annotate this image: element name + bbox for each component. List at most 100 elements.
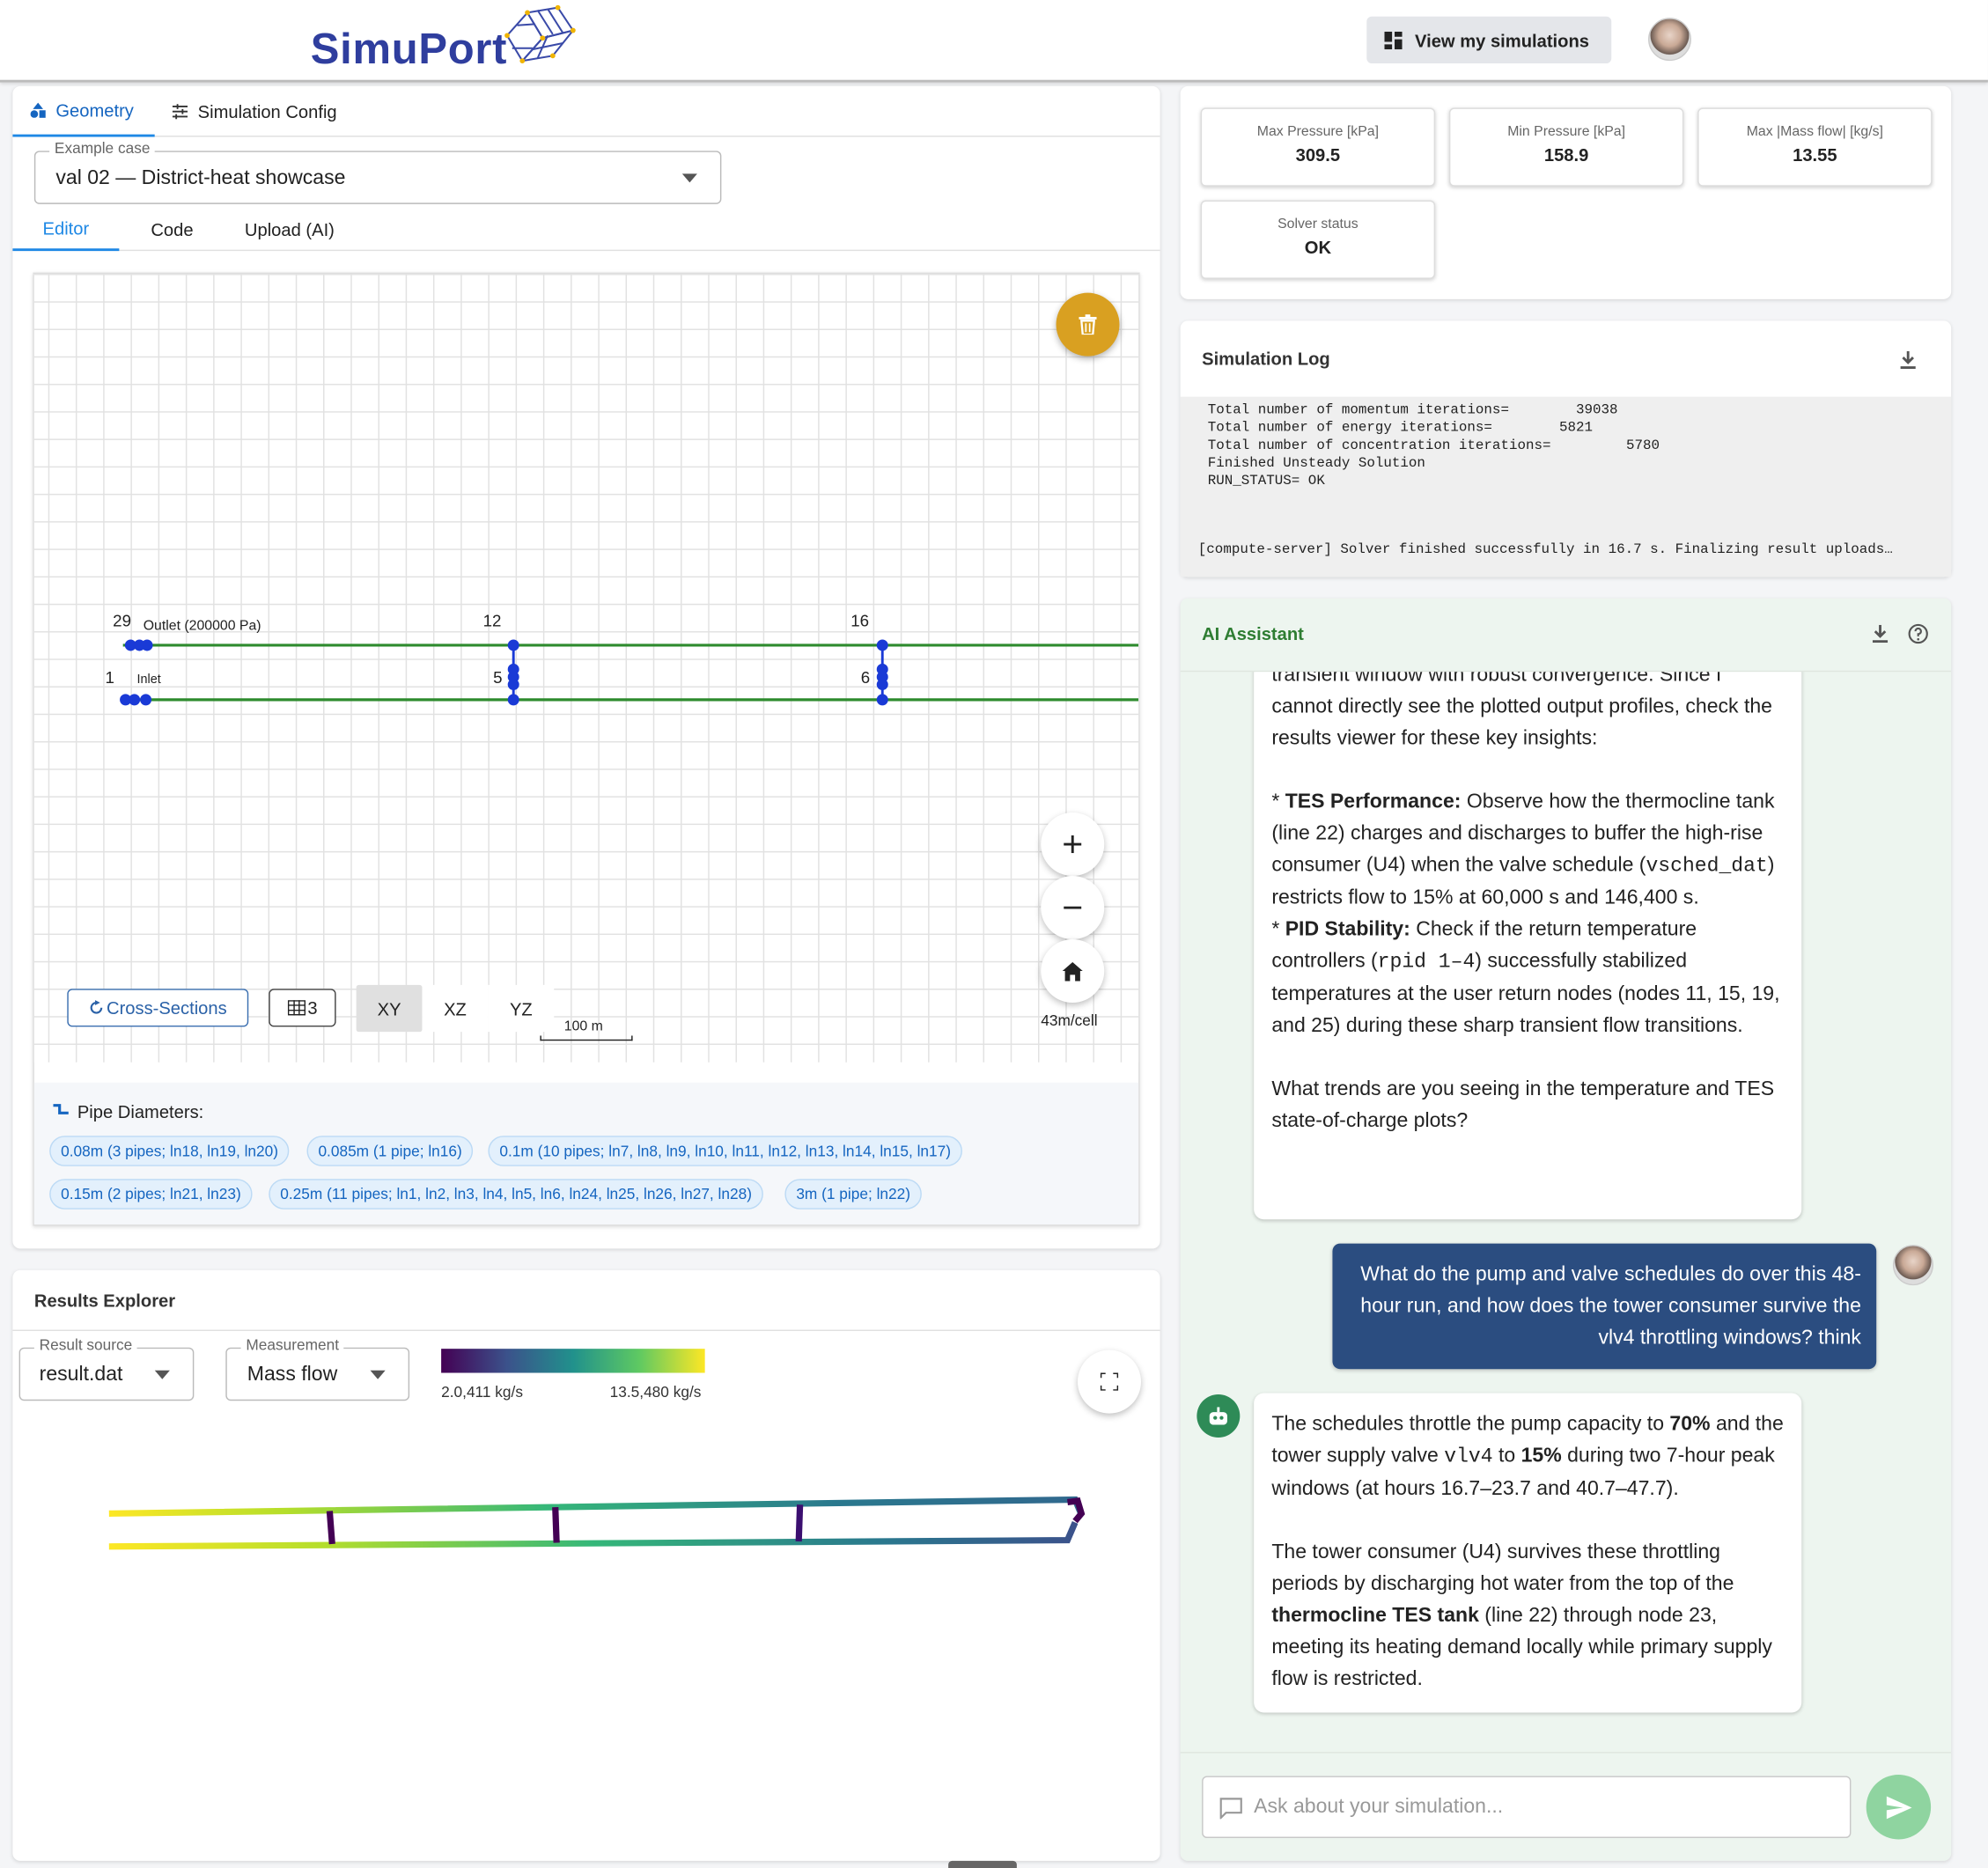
results-network-plot [108,1496,1086,1550]
chat-input-placeholder: Ask about your simulation... [1254,1796,1504,1818]
result-source-value: result.dat [39,1364,123,1386]
zoom-in-button[interactable] [1041,813,1105,877]
results-explorer-panel: Results Explorer result.dat Result sourc… [12,1269,1160,1861]
result-source-select[interactable]: result.dat [18,1347,195,1401]
log-line: Finished Unsteady Solution [1199,456,1425,472]
results-explorer-title: Results Explorer [33,1290,176,1311]
message-paragraph: The schedules throttle the pump capacity… [1271,1408,1784,1504]
stat-label: Max |Mass flow| [kg/s] [1746,124,1883,140]
user-avatar[interactable] [1648,18,1691,62]
log-line: Total number of momentum iterations= 390… [1199,402,1618,419]
reset-view-button[interactable] [1041,939,1105,1004]
inline-code: vsched_dat [1646,854,1768,878]
node-6c [876,679,888,691]
pipe-diameters-title: Pipe Diameters: [77,1101,204,1122]
colorbar [441,1349,705,1373]
end-loop-result [1067,1497,1086,1524]
chevron-down-icon [681,173,698,183]
app-logo-text: SimuPort [310,25,508,74]
ai-assistant-title: AI Assistant [1202,623,1304,644]
results-divider [12,1329,1160,1331]
help-icon[interactable] [1908,623,1928,644]
node-6d [876,694,888,706]
minus-icon [1064,906,1082,909]
tab-editor[interactable]: Editor [12,208,120,252]
tab-code[interactable]: Code [151,219,193,239]
diameter-chip[interactable]: 0.08m (3 pipes; ln18, ln19, ln20) [49,1136,290,1166]
pipe-network-drawing [120,639,1139,706]
stat-value: 158.9 [1543,144,1589,165]
grid-toggle-button[interactable]: 3 [269,989,336,1027]
message-text: The schedules throttle the pump capacity… [1271,1413,1670,1436]
geometry-canvas[interactable]: 29 Outlet (200000 Pa) 12 16 1 Inlet 5 6 … [33,274,1139,1063]
scale-bar-label: 100 m [563,1019,603,1035]
app-header: SimuPort View my simulations [0,0,1988,83]
stat-value: 309.5 [1295,144,1341,165]
chat-input[interactable]: Ask about your simulation... [1202,1776,1852,1838]
send-button[interactable] [1866,1775,1932,1840]
user-message: What do the pump and valve schedules do … [1332,1243,1877,1370]
tune-icon [172,104,188,120]
view-simulations-button[interactable]: View my simulations [1366,16,1612,63]
diameter-chip[interactable]: 0.15m (2 pipes; ln21, ln23) [49,1179,253,1210]
example-case-value: val 02 — District-heat showcase [55,167,346,189]
bold-text: 15% [1520,1445,1562,1467]
simulation-log-panel: Simulation Log Total number of momentum … [1180,320,1952,577]
tab-upload-ai[interactable]: Upload (AI) [245,219,335,239]
chat-messages: transient window with robust convergence… [1181,672,1952,1752]
bullet-marker: * [1271,919,1285,941]
example-case-label: Example case [49,139,156,158]
download-icon[interactable] [1872,624,1889,644]
stat-label: Max Pressure [kPa] [1256,124,1379,140]
tab-simulation-config[interactable]: Simulation Config [170,86,337,137]
measurement-select[interactable]: Mass flow [225,1347,410,1401]
refresh-icon [90,1000,103,1014]
chevron-down-icon [154,1370,170,1379]
plane-xy-button[interactable]: XY [356,984,423,1033]
branch-result-1 [326,1511,335,1545]
tab-simulation-config-label: Simulation Config [197,101,337,122]
cross-sections-label: Cross-Sections [107,997,227,1019]
pipe-diameters-section: Pipe Diameters: 0.08m (3 pipes; ln18, ln… [33,1082,1139,1225]
plane-yz-button[interactable]: YZ [488,984,555,1033]
measurement-value: Mass flow [247,1364,338,1386]
ai-assistant-header: AI Assistant [1180,599,1952,673]
node-label-29: 29 [113,611,131,630]
robot-icon [1209,1407,1227,1425]
tab-geometry[interactable]: Geometry [12,86,155,137]
grid-icon [287,1000,306,1016]
diameter-chip[interactable]: 0.085m (1 pipe; ln16) [306,1136,474,1166]
message-paragraph: What trends are you seeing in the temper… [1271,1078,1775,1132]
log-line: RUN_STATUS= OK [1199,474,1325,489]
geometry-panel: Geometry Simulation Config val 02 — Dist… [12,85,1160,1249]
delete-button[interactable] [1056,292,1120,357]
assistant-message: The schedules throttle the pump capacity… [1254,1393,1802,1713]
colorbar-min-label: 2.0,411 kg/s [441,1383,523,1401]
stat-min-pressure: Min Pressure [kPa] 158.9 [1448,107,1684,187]
zoom-out-button[interactable] [1041,876,1105,940]
plane-xz-button[interactable]: XZ [422,984,489,1033]
chevron-down-icon [370,1370,386,1379]
log-line: Total number of energy iterations= 5821 [1199,421,1594,437]
trash-icon [1079,314,1097,335]
resize-handle[interactable] [948,1860,1017,1868]
message-text: The tower consumer (U4) survives these t… [1271,1541,1734,1595]
diameter-chip[interactable]: 3m (1 pipe; ln22) [784,1179,922,1210]
cross-sections-button[interactable]: Cross-Sections [67,989,249,1027]
result-source-label: Result source [33,1335,138,1354]
editor-tabs: Editor Code Upload (AI) [12,208,1160,252]
download-icon[interactable] [1900,350,1916,370]
chat-input-bar: Ask about your simulation... [1180,1752,1952,1861]
geometry-canvas-panel: 29 Outlet (200000 Pa) 12 16 1 Inlet 5 6 … [33,272,1140,1226]
fullscreen-button[interactable] [1078,1350,1141,1414]
stat-value: OK [1304,237,1331,258]
example-case-select[interactable]: val 02 — District-heat showcase [33,151,722,204]
send-icon [1886,1795,1911,1819]
diameter-chip[interactable]: 0.25m (11 pipes; ln1, ln2, ln3, ln4, ln5… [269,1179,763,1210]
diameter-chip[interactable]: 0.1m (10 pipes; ln7, ln8, ln9, ln10, ln1… [488,1136,962,1166]
message-paragraph: transient window with robust convergence… [1271,672,1772,750]
stats-panel: Max Pressure [kPa] 309.5 Min Pressure [k… [1180,85,1952,299]
bold-text: TES Performance: [1285,791,1462,813]
bold-text: PID Stability: [1285,919,1410,941]
message-paragraph: * PID Stability: Check if the return tem… [1271,914,1784,1041]
